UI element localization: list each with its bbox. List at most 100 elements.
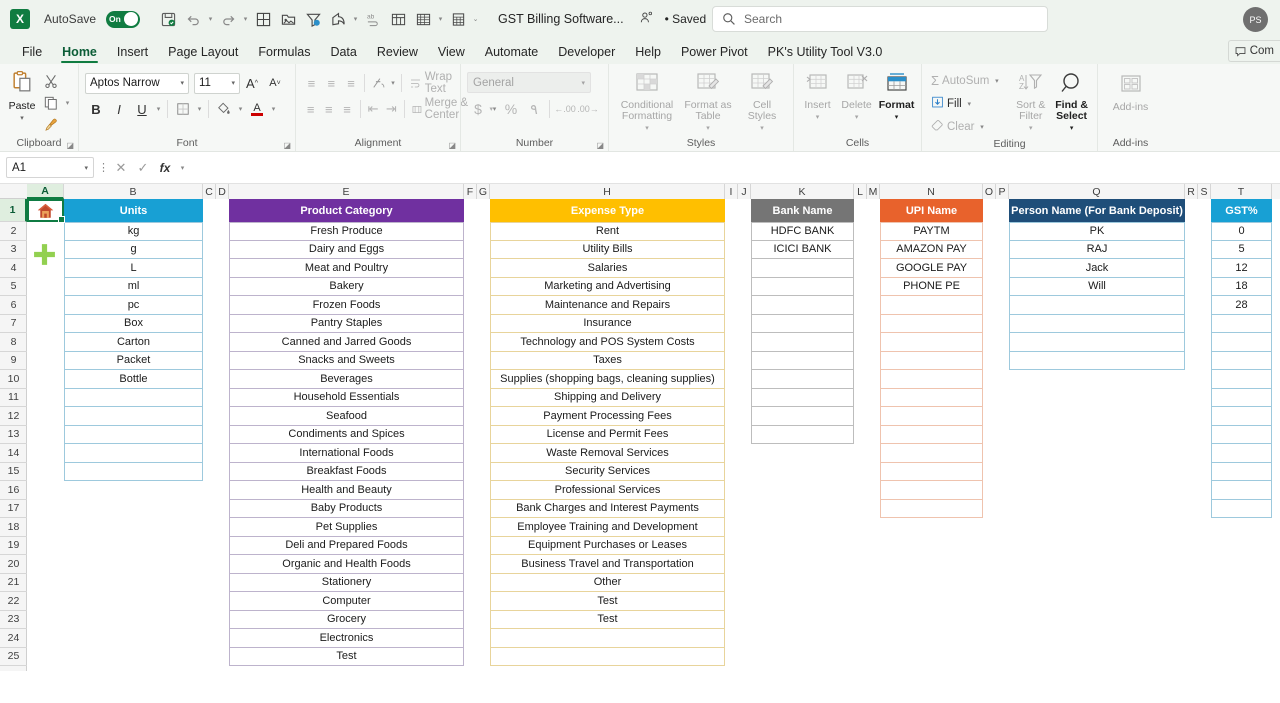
cell-gst-percent-15[interactable] (1211, 462, 1272, 481)
orientation-dropdown-icon[interactable]: ▾ (389, 79, 397, 87)
row-header-7[interactable]: 7 (0, 315, 27, 333)
cell-expense-type-13[interactable]: License and Permit Fees (490, 425, 725, 444)
align-top-button[interactable]: ≡ (302, 72, 321, 94)
align-right-button[interactable]: ≡ (338, 98, 355, 120)
cell-bank-name-7[interactable] (751, 314, 854, 333)
calculate-icon[interactable] (446, 7, 470, 31)
cell-person-name-5[interactable]: Will (1009, 277, 1185, 296)
row-header-6[interactable]: 6 (0, 296, 27, 315)
cell-person-name-9[interactable] (1009, 351, 1185, 370)
sort-filter-button[interactable]: AZ Sort & Filter ▾ (1011, 70, 1050, 134)
cell-expense-type-4[interactable]: Salaries (490, 259, 725, 278)
row-header-21[interactable]: 21 (0, 574, 27, 592)
increase-font-size-button[interactable]: A ^ (241, 72, 263, 94)
formula-bar-menu-icon[interactable]: ⋮ (98, 161, 109, 174)
cell-upi-name-7[interactable] (880, 314, 983, 333)
row-header-16[interactable]: 16 (0, 481, 27, 500)
cell-expense-type-9[interactable]: Taxes (490, 351, 725, 370)
redo-icon[interactable] (216, 7, 240, 31)
cell-gst-percent-6[interactable]: 28 (1211, 296, 1272, 315)
column-header-p[interactable]: P (996, 184, 1009, 199)
cell-expense-type-23[interactable]: Test (490, 610, 725, 629)
clipboard-dialog-launcher[interactable]: ◪ (66, 141, 74, 150)
cell-gst-percent-13[interactable] (1211, 425, 1272, 444)
cell-bank-name-12[interactable] (751, 407, 854, 426)
row-header-8[interactable]: 8 (0, 333, 27, 352)
borders-icon[interactable] (251, 7, 275, 31)
cell-units-7[interactable]: Box (64, 314, 203, 333)
search-box[interactable]: Search (712, 6, 1048, 32)
cell-bank-name-3[interactable]: ICICI BANK (751, 240, 854, 259)
cell-expense-type-14[interactable]: Waste Removal Services (490, 444, 725, 463)
copy-button[interactable] (40, 92, 62, 114)
row-header-12[interactable]: 12 (0, 407, 27, 426)
cell-product-category-19[interactable]: Deli and Prepared Foods (229, 536, 464, 555)
cell-product-category-13[interactable]: Condiments and Spices (229, 425, 464, 444)
cell-units-5[interactable]: ml (64, 277, 203, 296)
underline-button[interactable]: U (131, 98, 153, 120)
cell-product-category-23[interactable]: Grocery (229, 610, 464, 629)
row-header-3[interactable]: 3 (0, 241, 27, 259)
undo-icon[interactable] (181, 7, 205, 31)
cell-upi-name-15[interactable] (880, 462, 983, 481)
tab-data[interactable]: Data (320, 40, 366, 64)
cell-bank-name-10[interactable] (751, 370, 854, 389)
alignment-dialog-launcher[interactable]: ◪ (448, 141, 456, 150)
cell-units-6[interactable]: pc (64, 296, 203, 315)
comments-button[interactable]: Com (1227, 40, 1280, 62)
font-name-dropdown-icon[interactable]: ▾ (180, 79, 184, 87)
home-icon[interactable] (36, 202, 55, 223)
cell-person-name-6[interactable] (1009, 296, 1185, 315)
font-color-dropdown-icon[interactable]: ▾ (269, 105, 278, 113)
customize-qat-icon[interactable]: ⌄ (471, 15, 480, 23)
row-header-13[interactable]: 13 (0, 426, 27, 444)
column-header-j[interactable]: J (738, 184, 751, 199)
cell-upi-name-3[interactable]: AMAZON PAY (880, 240, 983, 259)
save-icon[interactable] (156, 7, 180, 31)
formula-input[interactable] (191, 157, 1274, 178)
cell-person-name-8[interactable] (1009, 333, 1185, 352)
cell-bank-name-9[interactable] (751, 351, 854, 370)
header-cell-bank-name[interactable]: Bank Name (751, 199, 854, 222)
tab-insert[interactable]: Insert (107, 40, 158, 64)
row-header-17[interactable]: 17 (0, 500, 27, 518)
column-header-f[interactable]: F (464, 184, 477, 199)
undo-dropdown-icon[interactable]: ▾ (206, 15, 215, 23)
cell-upi-name-9[interactable] (880, 351, 983, 370)
align-left-button[interactable]: ≡ (302, 98, 319, 120)
cell-gst-percent-16[interactable] (1211, 481, 1272, 500)
fill-button[interactable]: Fill ▾ (928, 93, 1009, 114)
cell-upi-name-17[interactable] (880, 499, 983, 518)
cell-bank-name-6[interactable] (751, 296, 854, 315)
cell-upi-name-11[interactable] (880, 388, 983, 407)
share-people-icon[interactable] (640, 11, 653, 27)
cell-product-category-16[interactable]: Health and Beauty (229, 481, 464, 500)
cell-expense-type-8[interactable]: Technology and POS System Costs (490, 333, 725, 352)
row-header-10[interactable]: 10 (0, 370, 27, 389)
tab-home[interactable]: Home (52, 40, 107, 64)
cell-expense-type-7[interactable]: Insurance (490, 314, 725, 333)
cell-product-category-18[interactable]: Pet Supplies (229, 518, 464, 537)
column-header-m[interactable]: M (867, 184, 880, 199)
tab-formulas[interactable]: Formulas (248, 40, 320, 64)
column-header-i[interactable]: I (725, 184, 738, 199)
cell-upi-name-5[interactable]: PHONE PE (880, 277, 983, 296)
name-box[interactable]: A1 ▾ (6, 157, 94, 178)
clear-button[interactable]: Clear ▾ (928, 116, 1009, 137)
tab-review[interactable]: Review (367, 40, 428, 64)
align-middle-button[interactable]: ≡ (322, 72, 341, 94)
cell-units-4[interactable]: L (64, 259, 203, 278)
cell-expense-type-21[interactable]: Other (490, 573, 725, 592)
row-header-1[interactable]: 1 (0, 199, 27, 222)
column-header-e[interactable]: E (229, 184, 464, 199)
tab-file[interactable]: File (12, 40, 52, 64)
cell-expense-type-24[interactable] (490, 629, 725, 648)
cell-gst-percent-3[interactable]: 5 (1211, 240, 1272, 259)
column-header-k[interactable]: K (751, 184, 854, 199)
align-bottom-button[interactable]: ≡ (342, 72, 361, 94)
share-icon[interactable] (326, 7, 350, 31)
cancel-formula-button[interactable]: ✕ (112, 158, 130, 178)
cell-upi-name-12[interactable] (880, 407, 983, 426)
row-header-19[interactable]: 19 (0, 537, 27, 555)
pivot-table-icon[interactable] (386, 7, 410, 31)
